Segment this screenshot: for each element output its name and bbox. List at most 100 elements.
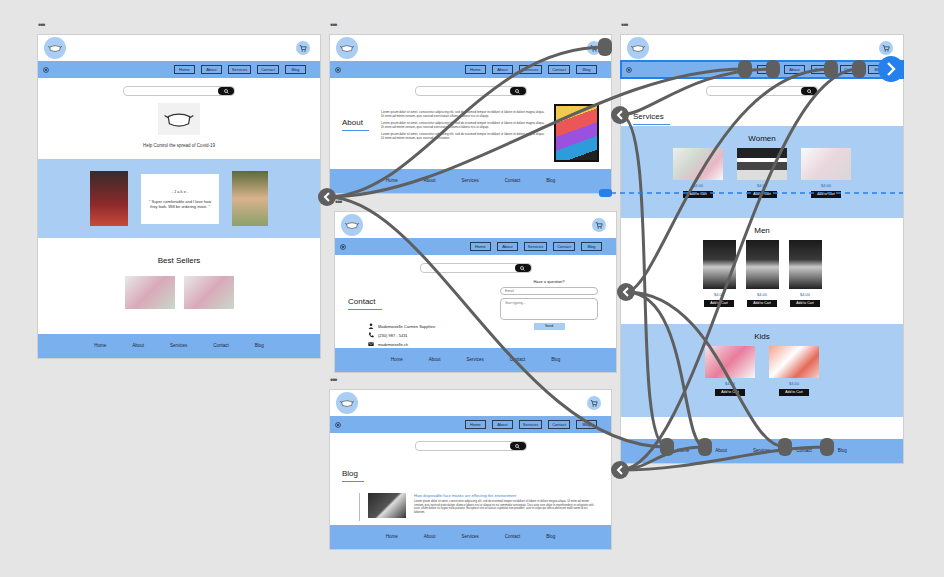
search-button[interactable] <box>510 442 526 450</box>
artboard[interactable]: •••HomeAboutServicesContactBlogServicesW… <box>621 35 903 463</box>
link-wire[interactable] <box>620 69 859 470</box>
add-to-cart-button[interactable]: Add to Cart <box>811 191 841 198</box>
email-field[interactable] <box>500 287 598 295</box>
link-wire[interactable] <box>327 69 745 197</box>
nav-link[interactable]: About <box>784 65 805 74</box>
search-button[interactable] <box>510 87 526 95</box>
footer-link[interactable]: Contact <box>505 178 521 184</box>
scroll-line[interactable] <box>611 192 903 194</box>
footer-link[interactable]: Services <box>753 448 770 454</box>
footer-link[interactable]: Services <box>466 357 483 363</box>
wire-plug[interactable] <box>778 438 792 456</box>
nav-link[interactable]: Home <box>757 65 778 74</box>
nav-link[interactable]: Contact <box>548 65 570 74</box>
nav-link[interactable]: Home <box>470 242 491 251</box>
nav-link[interactable]: Contact <box>840 65 862 74</box>
footer-link[interactable]: About <box>424 178 436 184</box>
wire-plug[interactable] <box>738 60 752 78</box>
nav-link[interactable]: Home <box>174 65 195 74</box>
add-to-cart-button[interactable]: Add to Cart <box>779 389 809 396</box>
add-to-cart-button[interactable]: Add to Cart <box>704 300 734 307</box>
wire-plug[interactable] <box>820 438 834 456</box>
footer-link[interactable]: About <box>715 448 727 454</box>
message-field[interactable] <box>500 298 598 320</box>
footer-link[interactable]: About <box>429 357 441 363</box>
nav-link[interactable]: Contact <box>548 420 570 429</box>
nav-bar[interactable]: HomeAboutServicesContactBlog <box>335 238 616 255</box>
footer-link[interactable]: Blog <box>546 534 555 540</box>
link-handle-arrow-icon[interactable] <box>878 56 904 82</box>
product-photo[interactable] <box>703 240 736 289</box>
nav-link[interactable]: Contact <box>553 242 575 251</box>
logo[interactable] <box>336 37 358 59</box>
artboard[interactable]: •••HomeAboutServicesContactBlogAboutLore… <box>330 35 611 193</box>
search-field[interactable] <box>123 86 235 96</box>
product-photo[interactable] <box>769 346 819 378</box>
nav-link[interactable]: Blog <box>581 242 602 251</box>
artboard[interactable]: •••HomeAboutServicesContactBlogContactMa… <box>335 212 616 372</box>
add-to-cart-button[interactable]: Add to Cart <box>747 300 777 307</box>
footer-link[interactable]: About <box>132 343 144 349</box>
artboard-menu[interactable]: ••• <box>38 20 44 30</box>
cart-button[interactable] <box>587 41 601 55</box>
target-arrow-icon[interactable] <box>617 283 635 301</box>
logo[interactable] <box>336 392 358 414</box>
search-button[interactable] <box>801 87 817 95</box>
add-to-cart-button[interactable]: Add to Cart <box>747 191 777 198</box>
product-photo[interactable] <box>125 276 175 309</box>
nav-link[interactable]: About <box>492 65 513 74</box>
nav-link[interactable]: About <box>497 242 518 251</box>
target-arrow-icon[interactable] <box>611 106 629 124</box>
search-field[interactable] <box>415 441 527 451</box>
nav-link[interactable]: Contact <box>257 65 279 74</box>
link-wire[interactable] <box>626 292 785 447</box>
footer-link[interactable]: Blog <box>838 448 847 454</box>
cart-button[interactable] <box>296 41 310 55</box>
scroll-handle[interactable] <box>599 189 612 197</box>
artboard-menu[interactable]: ••• <box>335 197 341 207</box>
logo[interactable] <box>341 214 363 236</box>
footer-link[interactable]: Contact <box>510 357 526 363</box>
target-arrow-icon[interactable] <box>611 461 629 479</box>
logo[interactable] <box>44 37 66 59</box>
target-arrow-icon[interactable] <box>318 188 336 206</box>
nav-bar[interactable]: HomeAboutServicesContactBlog <box>621 61 903 78</box>
wire-plug[interactable] <box>698 438 712 456</box>
search-button[interactable] <box>515 264 531 272</box>
link-wire[interactable] <box>327 47 605 197</box>
add-to-cart-button[interactable]: Add to Cart <box>683 191 713 198</box>
nav-link[interactable]: Home <box>465 420 486 429</box>
footer-link[interactable]: Home <box>677 448 689 454</box>
footer-link[interactable]: Services <box>170 343 187 349</box>
send-button[interactable]: Send <box>534 323 565 330</box>
link-wire[interactable] <box>620 447 827 470</box>
nav-link[interactable]: Services <box>519 420 542 429</box>
link-wire[interactable] <box>620 69 773 115</box>
blog-post[interactable]: How disposable face masks are effecting … <box>359 493 599 521</box>
artboard-menu[interactable]: ••• <box>621 20 627 30</box>
nav-link[interactable]: Blog <box>576 420 597 429</box>
search-field[interactable] <box>415 86 527 96</box>
wire-plug[interactable] <box>852 60 866 78</box>
footer-link[interactable]: Contact <box>505 534 521 540</box>
footer-link[interactable]: Contact <box>796 448 812 454</box>
artboard[interactable]: •••HomeAboutServicesContactBlogHelp Cont… <box>38 35 320 358</box>
footer-link[interactable]: Services <box>461 178 478 184</box>
product-photo[interactable] <box>673 148 723 180</box>
cart-button[interactable] <box>587 396 601 410</box>
wire-plug[interactable] <box>598 38 612 56</box>
nav-bar[interactable]: HomeAboutServicesContactBlog <box>330 61 611 78</box>
wire-plug[interactable] <box>824 60 838 78</box>
search-button[interactable] <box>218 87 234 95</box>
footer-link[interactable]: Home <box>391 357 403 363</box>
add-to-cart-button[interactable]: Add to Cart <box>715 389 745 396</box>
nav-link[interactable]: Blog <box>285 65 306 74</box>
product-photo[interactable] <box>184 276 234 309</box>
post-title[interactable]: How disposable face masks are effecting … <box>414 493 599 498</box>
artboard-menu[interactable]: ••• <box>330 375 336 385</box>
wire-plug[interactable] <box>660 438 674 456</box>
artboard[interactable]: •••HomeAboutServicesContactBlogBlogHow d… <box>330 390 611 549</box>
footer-link[interactable]: Home <box>386 534 398 540</box>
nav-bar[interactable]: HomeAboutServicesContactBlog <box>330 416 611 433</box>
nav-bar[interactable]: HomeAboutServicesContactBlog <box>38 61 320 78</box>
